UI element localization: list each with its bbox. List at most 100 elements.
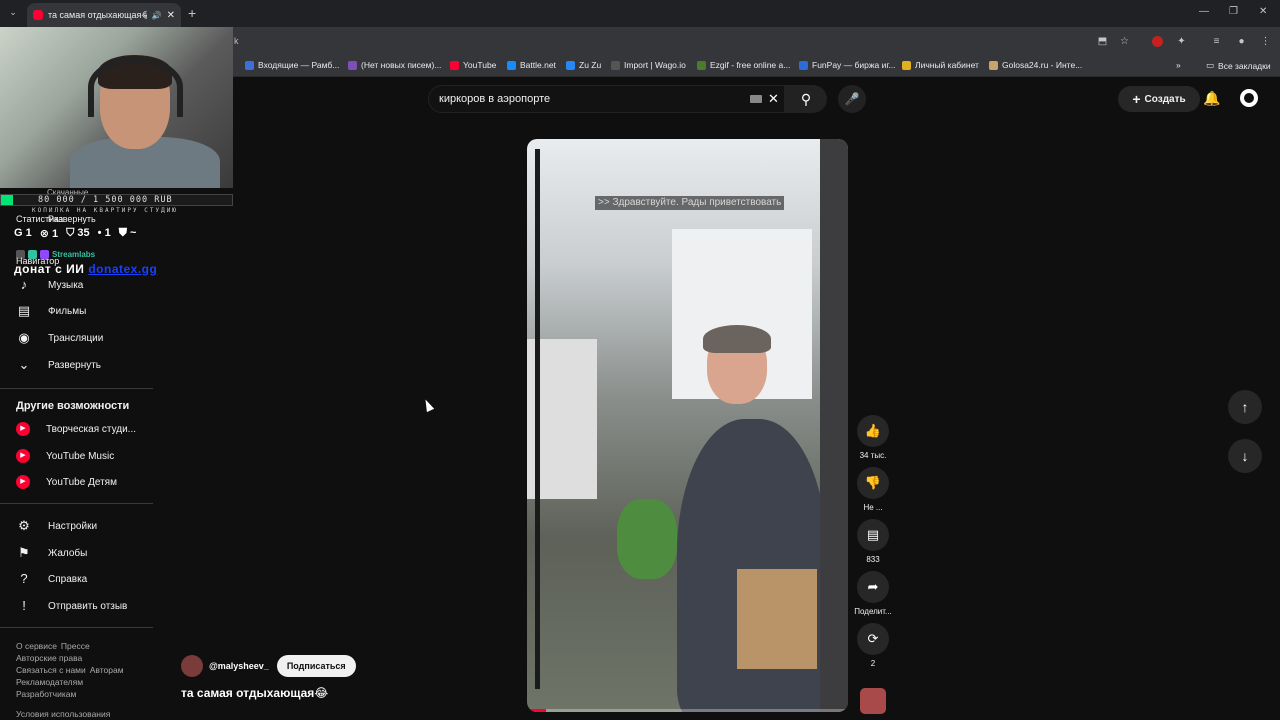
sidebar-item-expand[interactable]: ⌄ Развернуть xyxy=(16,357,101,373)
donation-banner: донат с ИИ donatex.gg xyxy=(14,262,157,276)
search-query[interactable]: киркоров в аэропорте xyxy=(439,93,550,105)
close-tab-icon[interactable]: ✕ xyxy=(167,10,175,21)
sidebar-item-label: Справка xyxy=(48,573,88,585)
restore-icon[interactable]: ❐ xyxy=(1229,6,1238,17)
search-input[interactable]: киркоров в аэропорте ✕ xyxy=(428,85,785,113)
channel-name[interactable]: @malysheev_ xyxy=(209,661,269,671)
speaker-icon[interactable]: 🔊 xyxy=(152,11,162,20)
bookmark-item[interactable]: (Нет новых писем)... xyxy=(348,60,441,70)
battlenet-icon xyxy=(507,60,516,70)
video-scarf xyxy=(703,325,771,353)
video-title[interactable]: та самая отдыхающая😂 xyxy=(181,686,328,700)
channel-avatar[interactable] xyxy=(181,655,203,677)
bookmark-star-icon[interactable]: ☆ xyxy=(1118,35,1131,48)
remix-action[interactable]: ⟳ 2 xyxy=(853,623,893,668)
donation-goal-bar: 80 000 / 1 500 000 RUB xyxy=(0,194,233,206)
stat-item: ⛉ 35 xyxy=(66,227,90,239)
video-plants xyxy=(617,499,677,579)
voice-search-button[interactable]: 🎤 xyxy=(838,85,866,113)
thumbs-down-icon[interactable]: 👎 xyxy=(857,467,889,499)
remix-count: 2 xyxy=(870,659,876,668)
channel-info: @malysheev_ Подписаться xyxy=(181,655,356,677)
sidebar-item-music[interactable]: ♪ Музыка xyxy=(16,277,84,293)
profile-icon[interactable]: ● xyxy=(1235,35,1248,48)
comments-action[interactable]: ▤ 833 xyxy=(853,519,893,564)
tab-search-icon[interactable]: ⌄ xyxy=(6,7,20,21)
dislike-action[interactable]: 👎 Не ... xyxy=(853,467,893,512)
sidebar-item-studio[interactable]: ▶ Творческая студи... xyxy=(16,422,136,436)
footer-link[interactable]: Условия использования xyxy=(16,709,110,719)
like-action[interactable]: 👍 34 тыс. xyxy=(853,415,893,460)
mail-icon xyxy=(245,60,254,70)
footer-link[interactable]: Разработчикам xyxy=(16,689,76,699)
flag-icon: ⚑ xyxy=(18,545,30,560)
extensions-icon[interactable]: ✦ xyxy=(1175,35,1188,48)
bookmark-item[interactable]: FunPay — биржа иг... xyxy=(799,60,896,70)
search-button[interactable]: ⚲ xyxy=(785,85,827,113)
bookmark-item[interactable]: Golosa24.ru - Инте... xyxy=(989,60,1082,70)
bookmark-item[interactable]: Import | Wago.io xyxy=(611,60,686,70)
browser-tab-active[interactable]: та самая отдыхающая😂 🔊 ✕ xyxy=(27,3,181,27)
video-progress-bar[interactable] xyxy=(527,709,848,712)
remix-icon[interactable]: ⟳ xyxy=(857,623,889,655)
footer-link[interactable]: Связаться с нами xyxy=(16,665,86,675)
sidebar-item-films[interactable]: ▤ Фильмы xyxy=(16,303,86,319)
sidebar-item-reports[interactable]: ⚑ Жалобы xyxy=(16,545,87,561)
video-curtain xyxy=(820,139,848,712)
all-bookmarks[interactable]: ▭ Все закладки xyxy=(1206,60,1271,71)
sidebar-item-feedback[interactable]: ! Отправить отзыв xyxy=(16,598,127,614)
bookmark-item[interactable]: Входящие — Рамб... xyxy=(245,60,339,70)
sidebar-item-kids[interactable]: ▶ YouTube Детям xyxy=(16,475,117,489)
extension-red-icon[interactable] xyxy=(1152,36,1163,47)
menu-kebab-icon[interactable]: ⋮ xyxy=(1259,35,1272,48)
video-bag xyxy=(737,569,817,669)
install-app-icon[interactable]: ⬒ xyxy=(1096,35,1109,48)
sidebar-item-settings[interactable]: ⚙ Настройки xyxy=(16,518,97,534)
url-text[interactable]: k xyxy=(234,36,239,46)
share-icon[interactable]: ➦ xyxy=(857,571,889,603)
minimize-icon[interactable]: — xyxy=(1199,6,1209,17)
footer-link[interactable]: Рекламодателям xyxy=(16,677,83,687)
clear-search-icon[interactable]: ✕ xyxy=(768,91,779,107)
subscribe-button[interactable]: Подписаться xyxy=(276,655,356,677)
donation-goal-text: 80 000 / 1 500 000 RUB xyxy=(38,195,173,205)
next-short-button[interactable]: ↓ xyxy=(1228,439,1262,473)
notifications-bell-icon[interactable]: 🔔 xyxy=(1203,90,1220,107)
gear-icon: ⚙ xyxy=(18,518,30,533)
create-button[interactable]: + Создать xyxy=(1118,86,1200,112)
bookmark-label: FunPay — биржа иг... xyxy=(812,60,896,70)
bookmark-item[interactable]: YouTube xyxy=(450,60,496,70)
new-tab-icon[interactable]: + xyxy=(188,5,196,21)
tab-title: та самая отдыхающая😂 xyxy=(48,9,147,20)
browser-tabbar: ⌄ та самая отдыхающая😂 🔊 ✕ + — ❐ ✕ xyxy=(0,0,1280,27)
youtube-icon xyxy=(450,60,459,70)
close-window-icon[interactable]: ✕ xyxy=(1259,6,1267,17)
comment-icon[interactable]: ▤ xyxy=(857,519,889,551)
share-label: Поделит... xyxy=(854,607,892,616)
media-control-icon[interactable]: ≡ xyxy=(1210,35,1223,48)
sidebar-item-help[interactable]: ? Справка xyxy=(16,571,87,587)
bookmark-item[interactable]: Личный кабинет xyxy=(902,60,979,70)
account-avatar[interactable] xyxy=(1240,89,1258,107)
sidebar-item-label: YouTube Детям xyxy=(46,476,117,488)
sidebar-item-music-app[interactable]: ▶ YouTube Music xyxy=(16,449,114,463)
thumbs-up-icon[interactable]: 👍 xyxy=(857,415,889,447)
shorts-video[interactable] xyxy=(527,139,848,712)
previous-short-button[interactable]: ↑ xyxy=(1228,390,1262,424)
sidebar-item-live[interactable]: ◉ Трансляции xyxy=(16,330,103,346)
bookmark-item[interactable]: Ezgif - free online a... xyxy=(697,60,790,70)
keyboard-icon[interactable] xyxy=(750,95,762,103)
bookmark-label: Zu Zu xyxy=(579,60,602,70)
live-icon: ◉ xyxy=(18,330,30,345)
footer-link[interactable]: Авторские права xyxy=(16,653,82,663)
bookmark-item[interactable]: Battle.net xyxy=(507,60,556,70)
bookmark-item[interactable]: Zu Zu xyxy=(566,60,601,70)
sidebar-footer-links: О сервисе Прессе Авторские права Связатьс… xyxy=(16,640,128,720)
footer-link[interactable]: Прессе xyxy=(61,641,90,651)
more-bookmarks-icon[interactable]: » xyxy=(1176,60,1181,70)
footer-link[interactable]: О сервисе xyxy=(16,641,57,651)
footer-link[interactable]: Авторам xyxy=(90,665,124,675)
sound-thumbnail[interactable] xyxy=(860,688,886,714)
share-action[interactable]: ➦ Поделит... xyxy=(853,571,893,616)
mouse-cursor-icon xyxy=(421,397,435,413)
